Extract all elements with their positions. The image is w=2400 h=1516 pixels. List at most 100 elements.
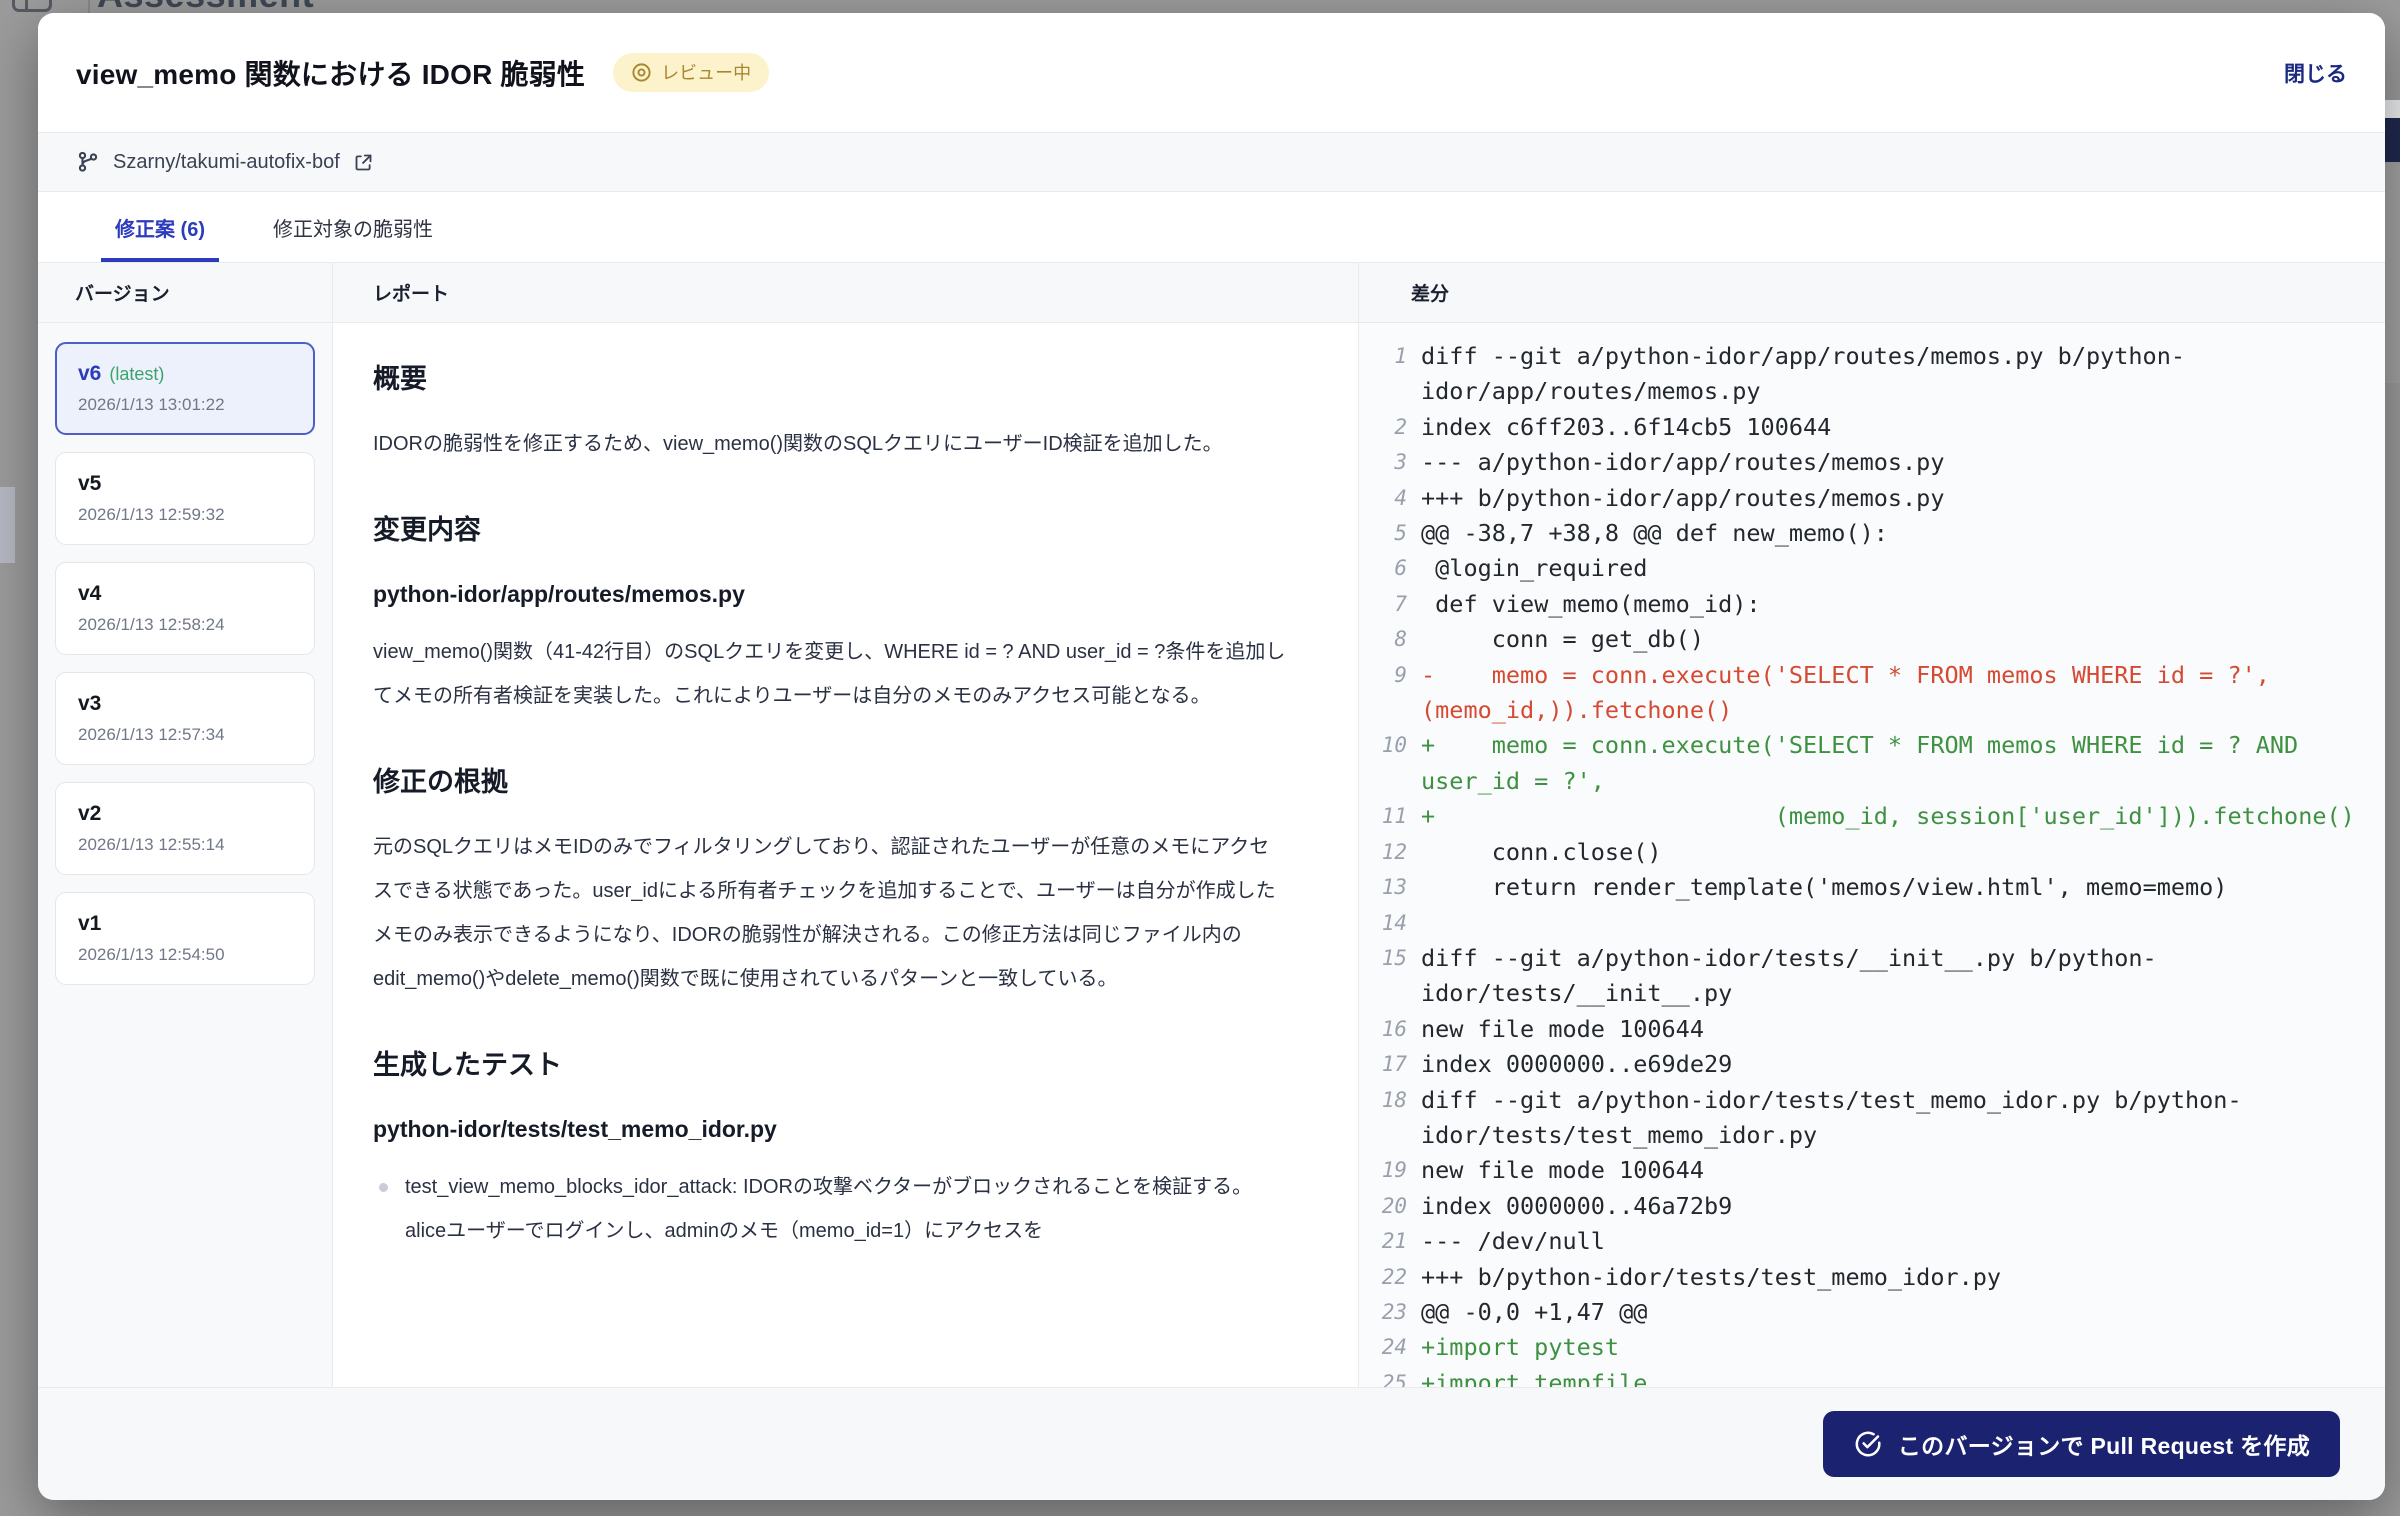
diff-line-text: diff --git a/python-idor/tests/test_memo… bbox=[1421, 1083, 2379, 1154]
diff-line-number: 24 bbox=[1371, 1330, 1407, 1365]
diff-line-text: index 0000000..e69de29 bbox=[1421, 1047, 2379, 1082]
diff-line-text: def view_memo(memo_id): bbox=[1421, 587, 2379, 622]
diff-line-number: 8 bbox=[1371, 622, 1407, 657]
diff-line-text: return render_template('memos/view.html'… bbox=[1421, 870, 2379, 905]
diff-line-number: 1 bbox=[1371, 339, 1407, 374]
diff-line-number: 12 bbox=[1371, 835, 1407, 870]
version-card[interactable]: v1 2026/1/13 12:54:50 bbox=[55, 892, 315, 985]
report-heading: 修正の根拠 bbox=[373, 760, 1286, 799]
diff-line-text: diff --git a/python-idor/app/routes/memo… bbox=[1421, 339, 2379, 410]
version-card[interactable]: v4 2026/1/13 12:58:24 bbox=[55, 562, 315, 655]
diff-line-text: diff --git a/python-idor/tests/__init__.… bbox=[1421, 941, 2379, 1012]
version-timestamp: 2026/1/13 12:57:34 bbox=[78, 725, 292, 745]
report-list-item: test_view_memo_blocks_idor_attack: IDORの… bbox=[373, 1165, 1286, 1253]
tab-fix-proposals[interactable]: 修正案 (6) bbox=[101, 192, 219, 262]
status-badge: レビュー中 bbox=[613, 53, 769, 92]
diff-line-text: + (memo_id, session['user_id'])).fetchon… bbox=[1421, 799, 2379, 834]
background-fragment bbox=[2385, 118, 2400, 162]
diff-line: 3--- a/python-idor/app/routes/memos.py bbox=[1371, 445, 2379, 480]
version-timestamp: 2026/1/13 12:59:32 bbox=[78, 505, 292, 525]
version-label: v4 bbox=[78, 582, 101, 605]
report-heading: python-idor/app/routes/memos.py bbox=[373, 581, 1286, 608]
version-card[interactable]: v6(latest)2026/1/13 13:01:22 bbox=[55, 342, 315, 435]
eye-icon bbox=[631, 62, 652, 83]
version-label: v6 bbox=[78, 362, 101, 385]
diff-line: 23@@ -0,0 +1,47 @@ bbox=[1371, 1295, 2379, 1330]
diff-line-number: 16 bbox=[1371, 1012, 1407, 1047]
diff-line-number: 21 bbox=[1371, 1224, 1407, 1259]
diff-line-text bbox=[1421, 906, 2379, 941]
version-timestamp: 2026/1/13 12:55:14 bbox=[78, 835, 292, 855]
diff-line-text: @login_required bbox=[1421, 551, 2379, 586]
diff-line-number: 11 bbox=[1371, 799, 1407, 834]
report-heading: 概要 bbox=[373, 357, 1286, 396]
diff-line: 18 diff --git a/python-idor/tests/test_me… bbox=[1371, 1083, 2379, 1154]
version-card[interactable]: v3 2026/1/13 12:57:34 bbox=[55, 672, 315, 765]
diff-line-text: --- a/python-idor/app/routes/memos.py bbox=[1421, 445, 2379, 480]
diff-line-text: + memo = conn.execute('SELECT * FROM mem… bbox=[1421, 728, 2379, 799]
report-paragraph: IDORの脆弱性を修正するため、view_memo()関数のSQLクエリにユーザ… bbox=[373, 422, 1286, 466]
diff-line-text: index 0000000..46a72b9 bbox=[1421, 1189, 2379, 1224]
modal-title: view_memo 関数における IDOR 脆弱性 bbox=[76, 53, 585, 93]
diff-line: 22 +++ b/python-idor/tests/test_memo_idor… bbox=[1371, 1260, 2379, 1295]
diff-line-text: @@ -38,7 +38,8 @@ def new_memo(): bbox=[1421, 516, 2379, 551]
version-timestamp: 2026/1/13 13:01:22 bbox=[78, 395, 292, 415]
background-top-strip: Assessment bbox=[0, 0, 2400, 13]
report-panel: 概要 IDORの脆弱性を修正するため、view_memo()関数のSQLクエリにユ… bbox=[332, 323, 1358, 1387]
diff-line: 8 conn = get_db() bbox=[1371, 622, 2379, 657]
diff-line-text: conn = get_db() bbox=[1421, 622, 2379, 657]
version-label: v1 bbox=[78, 912, 101, 935]
diff-line: 15diff --git a/python-idor/tests/__init_… bbox=[1371, 941, 2379, 1012]
diff-line: 24 +import pytest bbox=[1371, 1330, 2379, 1365]
diff-line: 14 bbox=[1371, 906, 2379, 941]
diff-line: 10 + memo = conn.execute('SELECT * FROM m… bbox=[1371, 728, 2379, 799]
version-timestamp: 2026/1/13 12:58:24 bbox=[78, 615, 292, 635]
diff-line-text: new file mode 100644 bbox=[1421, 1153, 2379, 1188]
version-timestamp: 2026/1/13 12:54:50 bbox=[78, 945, 292, 965]
version-label: v5 bbox=[78, 472, 101, 495]
close-button[interactable]: 閉じる bbox=[2284, 58, 2347, 88]
diff-line-text: new file mode 100644 bbox=[1421, 1012, 2379, 1047]
diff-line-number: 25 bbox=[1371, 1366, 1407, 1387]
diff-line: 16 new file mode 100644 bbox=[1371, 1012, 2379, 1047]
version-label: v2 bbox=[78, 802, 101, 825]
report-heading: python-idor/tests/test_memo_idor.py bbox=[373, 1116, 1286, 1143]
report-paragraph: view_memo()関数（41-42行目）のSQLクエリを変更し、WHERE … bbox=[373, 630, 1286, 718]
version-card[interactable]: v2 2026/1/13 12:55:14 bbox=[55, 782, 315, 875]
repository-bar: Szarny/takumi-autofix-bof bbox=[38, 132, 2385, 192]
diff-line-number: 20 bbox=[1371, 1189, 1407, 1224]
diff-line-text: +++ b/python-idor/tests/test_memo_idor.p… bbox=[1421, 1260, 2379, 1295]
diff-line: 2index c6ff203..6f14cb5 100644 bbox=[1371, 410, 2379, 445]
diff-line-number: 17 bbox=[1371, 1047, 1407, 1082]
diff-line-text: - memo = conn.execute('SELECT * FROM mem… bbox=[1421, 658, 2379, 729]
diff-line: 21--- /dev/null bbox=[1371, 1224, 2379, 1259]
git-branch-icon bbox=[76, 150, 100, 174]
diff-line: 12 conn.close() bbox=[1371, 835, 2379, 870]
report-heading: 変更内容 bbox=[373, 508, 1286, 547]
diff-line-text: index c6ff203..6f14cb5 100644 bbox=[1421, 410, 2379, 445]
tab-target-vulnerability[interactable]: 修正対象の脆弱性 bbox=[259, 192, 447, 262]
diff-line-number: 18 bbox=[1371, 1083, 1407, 1118]
external-link-icon[interactable] bbox=[353, 152, 374, 173]
diff-line: 9 - memo = conn.execute('SELECT * FROM me… bbox=[1371, 658, 2379, 729]
tab-bar: 修正案 (6) 修正対象の脆弱性 bbox=[38, 192, 2385, 262]
status-badge-label: レビュー中 bbox=[661, 64, 751, 82]
version-label: v3 bbox=[78, 692, 101, 715]
diff-line-number: 10 bbox=[1371, 728, 1407, 763]
check-circle-icon bbox=[1853, 1429, 1883, 1459]
version-card[interactable]: v5 2026/1/13 12:59:32 bbox=[55, 452, 315, 545]
diff-line-number: 9 bbox=[1371, 658, 1407, 693]
diff-line-text: +++ b/python-idor/app/routes/memos.py bbox=[1421, 481, 2379, 516]
diff-line-number: 22 bbox=[1371, 1260, 1407, 1295]
diff-line: 20 index 0000000..46a72b9 bbox=[1371, 1189, 2379, 1224]
versions-column-header: バージョン bbox=[38, 263, 332, 322]
diff-line-text: +import pytest bbox=[1421, 1330, 2379, 1365]
diff-panel: 1 diff --git a/python-idor/app/routes/mem… bbox=[1358, 323, 2385, 1387]
vulnerability-detail-modal: view_memo 関数における IDOR 脆弱性 レビュー中 閉じる Szar… bbox=[38, 13, 2385, 1500]
diff-line: 19new file mode 100644 bbox=[1371, 1153, 2379, 1188]
background-fragment bbox=[2385, 100, 2400, 118]
repository-link[interactable]: Szarny/takumi-autofix-bof bbox=[113, 151, 340, 174]
background-fragment bbox=[2385, 162, 2400, 383]
create-pull-request-button[interactable]: このバージョンで Pull Request を作成 bbox=[1823, 1411, 2340, 1477]
version-list: v6(latest)2026/1/13 13:01:22 v5 2026/1/13 … bbox=[38, 323, 332, 1387]
